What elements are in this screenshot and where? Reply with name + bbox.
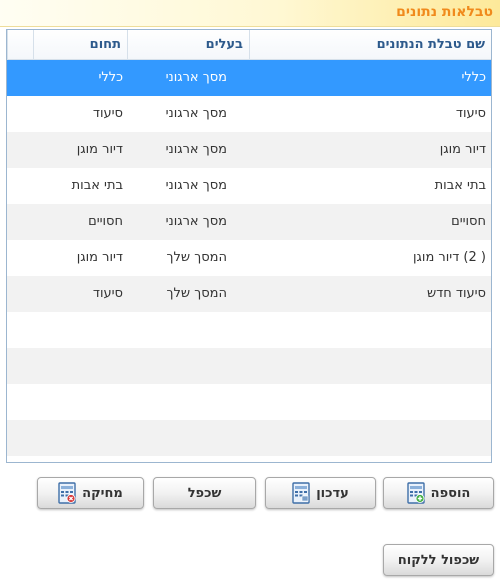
duplicate-button-label: שכפל: [187, 485, 222, 501]
column-header-name[interactable]: שם טבלת הנתונים: [249, 30, 491, 60]
cell-domain: כללי: [98, 70, 123, 85]
table-row[interactable]: כללי מסך ארגוני כללי: [7, 60, 491, 96]
add-button[interactable]: הוספה: [383, 477, 494, 509]
cell-domain: דיור מוגן: [76, 142, 123, 157]
column-header-owner[interactable]: בעלים: [127, 30, 249, 60]
panel-header: טבלאות נתונים: [0, 0, 500, 27]
cell-name: ( 2) דיור מוגן: [413, 250, 486, 265]
duplicate-to-customer-button[interactable]: שכפול ללקוח: [383, 544, 494, 576]
edit-document-icon: [292, 482, 310, 504]
add-document-icon: [406, 482, 425, 504]
cell-name: דיור מוגן: [439, 142, 486, 157]
cell-domain: סיעוד: [92, 286, 123, 301]
delete-button[interactable]: מחיקה: [37, 477, 144, 509]
cell-domain: חסויים: [88, 214, 123, 229]
empty-row: [7, 348, 491, 384]
column-header-stub: [7, 30, 33, 60]
duplicate-to-customer-label: שכפול ללקוח: [397, 552, 480, 568]
cell-name: בתי אבות: [434, 178, 486, 193]
update-button-label: עדכון: [316, 485, 349, 501]
panel-title: טבלאות נתונים: [396, 4, 493, 20]
cell-owner: מסך ארגוני: [165, 142, 227, 157]
empty-row: [7, 384, 491, 420]
data-tables-grid[interactable]: תחום בעלים שם טבלת הנתונים כללי מסך ארגו…: [6, 29, 492, 463]
cell-owner: המסך שלך: [166, 286, 227, 301]
cell-owner: מסך ארגוני: [165, 178, 227, 193]
column-header-domain[interactable]: תחום: [33, 30, 127, 60]
delete-document-icon: [58, 482, 76, 504]
cell-name: סיעוד: [455, 106, 486, 121]
cell-name: כללי: [461, 70, 486, 85]
cell-domain: סיעוד: [92, 106, 123, 121]
cell-name: חסויים: [451, 214, 486, 229]
table-row[interactable]: ( 2) דיור מוגן המסך שלך דיור מוגן: [7, 240, 491, 276]
cell-owner: המסך שלך: [166, 250, 227, 265]
cell-name: סיעוד חדש: [426, 286, 486, 301]
table-row[interactable]: חסויים מסך ארגוני חסויים: [7, 204, 491, 240]
cell-domain: בתי אבות: [71, 178, 123, 193]
cell-owner: מסך ארגוני: [165, 106, 227, 121]
add-button-label: הוספה: [430, 485, 471, 501]
empty-row: [7, 312, 491, 348]
empty-row: [7, 420, 491, 456]
table-row[interactable]: סיעוד חדש המסך שלך סיעוד: [7, 276, 491, 312]
table-row[interactable]: דיור מוגן מסך ארגוני דיור מוגן: [7, 132, 491, 168]
cell-owner: מסך ארגוני: [165, 70, 227, 85]
delete-button-label: מחיקה: [82, 485, 123, 501]
cell-domain: דיור מוגן: [76, 250, 123, 265]
table-row[interactable]: בתי אבות מסך ארגוני בתי אבות: [7, 168, 491, 204]
cell-owner: מסך ארגוני: [165, 214, 227, 229]
table-row[interactable]: סיעוד מסך ארגוני סיעוד: [7, 96, 491, 132]
duplicate-button[interactable]: שכפל: [153, 477, 256, 509]
update-button[interactable]: עדכון: [265, 477, 376, 509]
